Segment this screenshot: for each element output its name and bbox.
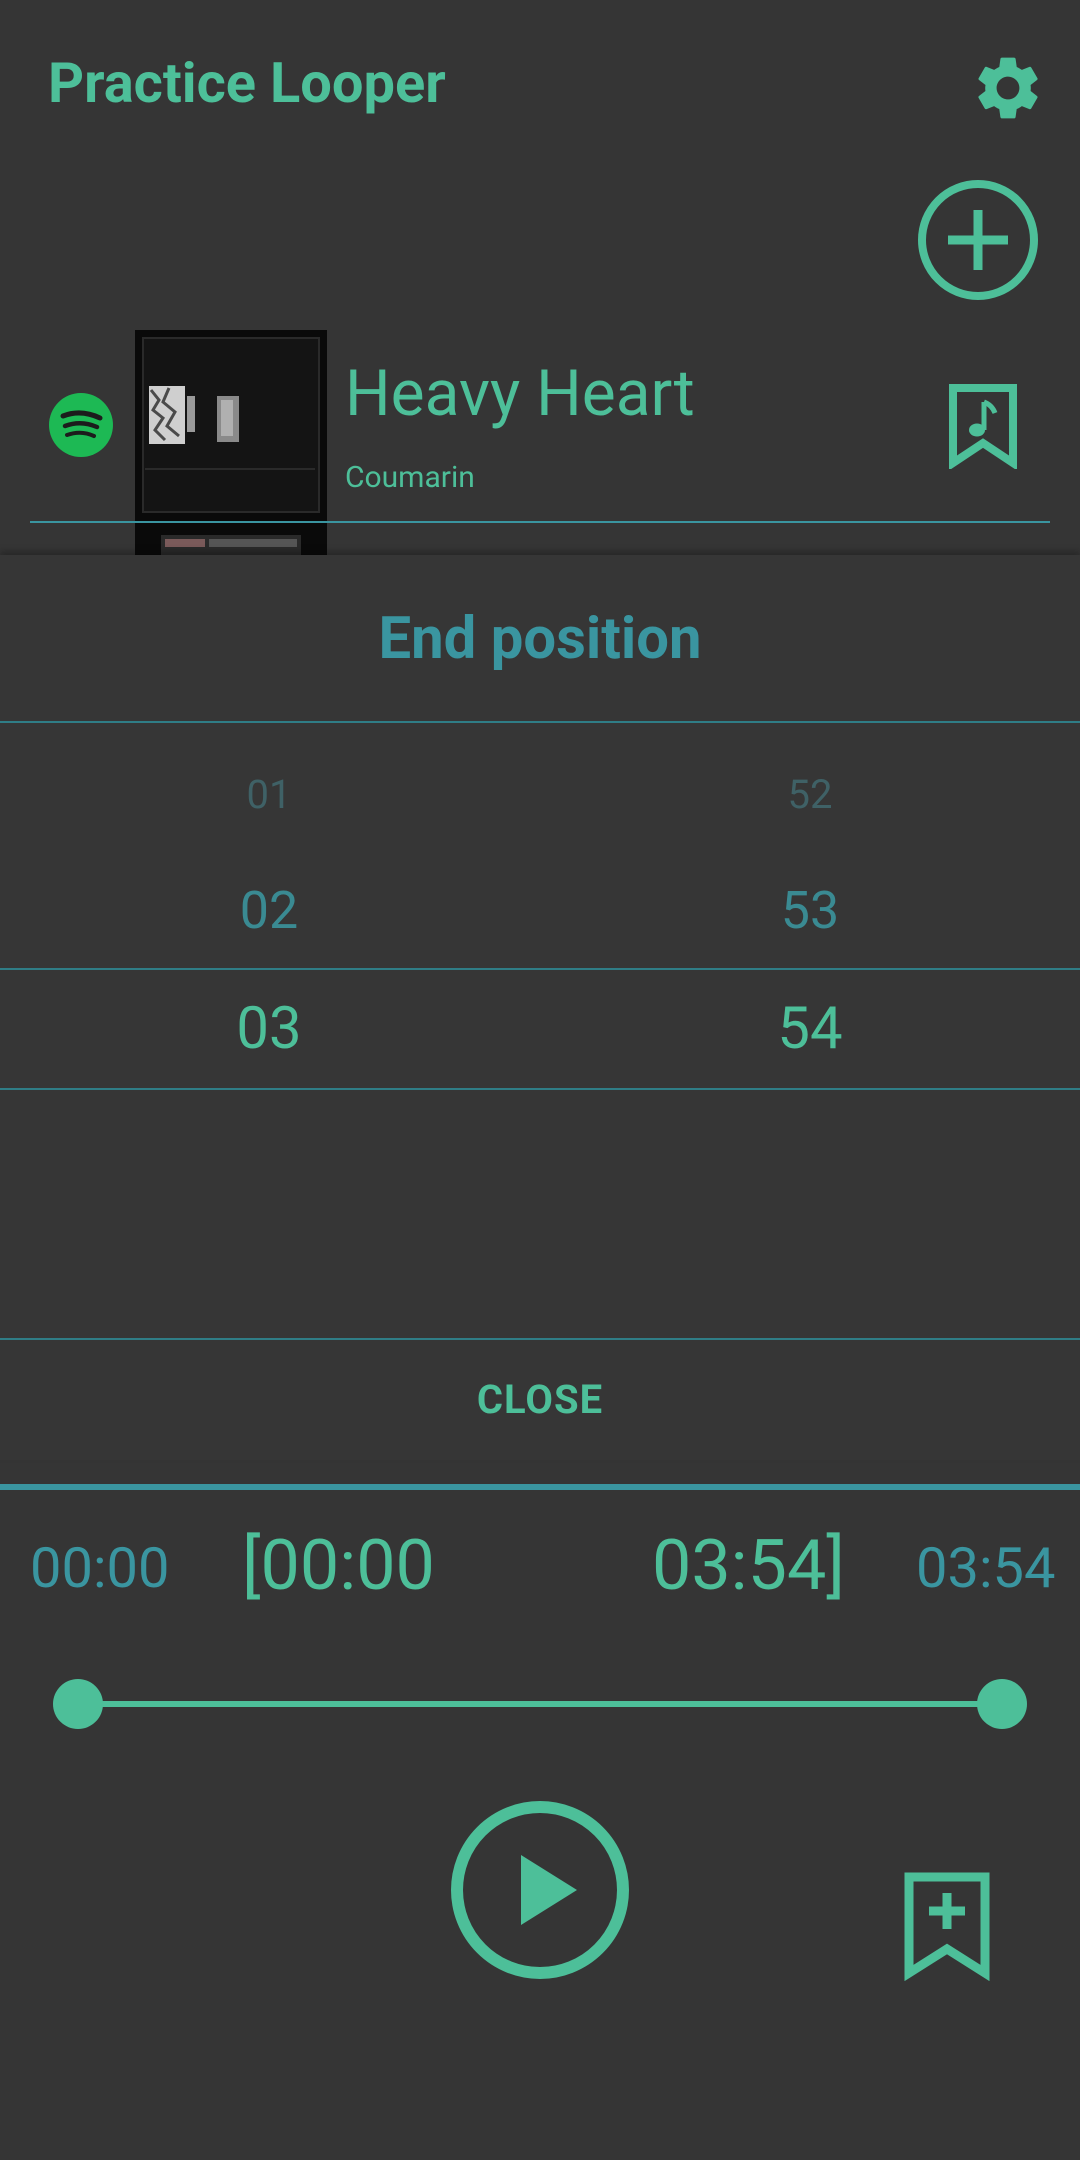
picker-selection-top-line — [0, 968, 1080, 970]
spotify-icon — [48, 392, 114, 458]
song-title[interactable]: Heavy Heart — [345, 356, 695, 431]
picker-selection-bottom-line — [0, 1088, 1080, 1090]
loop-range-slider-track[interactable] — [78, 1701, 1002, 1707]
plus-circle-icon — [918, 180, 1038, 300]
dialog-title: End position — [378, 605, 702, 673]
player-divider — [0, 1484, 1080, 1490]
app-title: Practice Looper — [48, 50, 446, 116]
add-bookmark-button[interactable] — [903, 1871, 991, 1982]
minutes-picker-item[interactable]: 02 — [119, 880, 419, 941]
bookmark-plus-icon — [904, 1872, 990, 1982]
end-position-dialog: End position 01 02 03 52 53 54 CLOSE — [0, 555, 1080, 1460]
song-artist: Coumarin — [345, 460, 475, 495]
song-divider — [30, 521, 1050, 523]
minutes-picker-item[interactable]: 01 — [119, 771, 419, 818]
loop-end-time[interactable]: 03:54] — [652, 1525, 845, 1607]
bookmarks-button[interactable] — [948, 383, 1018, 471]
play-button[interactable] — [449, 1799, 631, 1981]
minutes-picker[interactable] — [119, 721, 419, 1641]
screen: Practice Looper Heavy Heart Coumarin End… — [0, 0, 1080, 2160]
loop-start-time[interactable]: [00:00 — [242, 1525, 435, 1607]
play-circle-icon — [451, 1801, 629, 1979]
settings-button[interactable] — [970, 50, 1046, 126]
loop-end-handle[interactable] — [977, 1679, 1027, 1729]
album-art — [135, 330, 327, 560]
seconds-picker-selected[interactable]: 54 — [660, 995, 960, 1063]
minutes-picker-selected[interactable]: 03 — [119, 995, 419, 1063]
seconds-picker-item[interactable]: 52 — [660, 771, 960, 818]
loop-start-handle[interactable] — [53, 1679, 103, 1729]
bookmark-music-icon — [949, 384, 1017, 471]
seconds-picker-item[interactable]: 53 — [660, 880, 960, 941]
close-button[interactable]: CLOSE — [0, 1340, 1080, 1458]
gear-icon — [978, 57, 1038, 119]
add-song-button[interactable] — [916, 178, 1040, 302]
track-end-time: 03:54 — [916, 1535, 1056, 1601]
track-start-time: 00:00 — [30, 1535, 170, 1601]
